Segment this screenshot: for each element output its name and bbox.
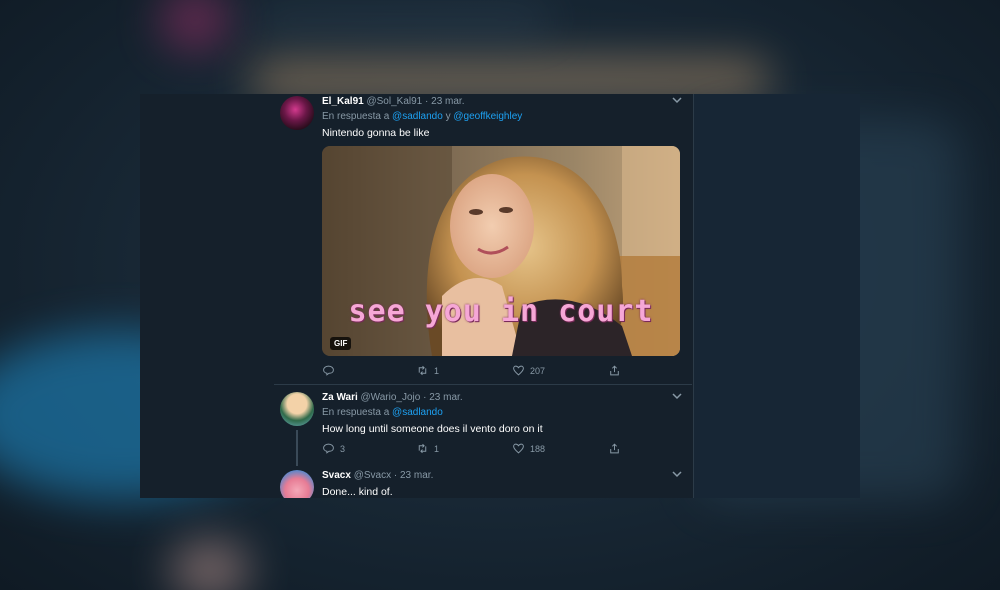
tweet-body: Za Wari @Wario_Jojo · 23 mar. En respues… — [322, 392, 682, 436]
avatar[interactable] — [280, 96, 314, 130]
like-icon — [513, 365, 524, 376]
left-navigation-pane — [140, 94, 274, 498]
tweet-header: Za Wari @Wario_Jojo · 23 mar. — [322, 392, 682, 404]
retweet-icon — [418, 443, 427, 454]
reply-icon — [323, 443, 334, 454]
retweet-button[interactable]: 1 — [416, 364, 439, 377]
tweet-text: Nintendo gonna be like — [322, 127, 430, 139]
retweet-button[interactable]: 1 — [416, 442, 439, 455]
thread-connector — [296, 430, 298, 466]
tweet-body: El_Kal91 @Sol_Kal91 · 23 mar. En respues… — [322, 96, 682, 140]
handle[interactable]: @Wario_Jojo — [361, 392, 421, 403]
dot-separator: · — [425, 96, 429, 107]
reply-button[interactable]: 3 — [322, 442, 345, 455]
retweet-count: 1 — [434, 365, 440, 376]
gif-badge: GIF — [330, 337, 352, 350]
chevron-down-icon[interactable] — [672, 392, 682, 402]
like-button[interactable]: 207 — [512, 364, 545, 377]
tweet[interactable]: Svacx @Svacx · 23 mar. Done... kind of. — [274, 468, 692, 498]
right-sidebar-pane — [693, 94, 860, 498]
like-icon — [513, 443, 524, 454]
like-button[interactable]: 188 — [512, 442, 545, 455]
dot-separator: · — [423, 392, 427, 403]
reply-count: 3 — [340, 443, 346, 454]
tweet-text: Done... kind of. — [322, 486, 393, 498]
share-button[interactable] — [608, 442, 621, 455]
share-icon — [610, 365, 619, 376]
tweet[interactable]: El_Kal91 @Sol_Kal91 · 23 mar. En respues… — [274, 94, 692, 384]
reply-context: En respuesta a @sadlando y @geoffkeighle… — [322, 111, 682, 123]
chevron-down-icon[interactable] — [672, 470, 682, 480]
chevron-down-icon[interactable] — [672, 96, 682, 106]
tweet-header: El_Kal91 @Sol_Kal91 · 23 mar. — [322, 96, 682, 108]
retweet-icon — [418, 365, 427, 376]
mention-link[interactable]: @sadlando — [392, 407, 443, 418]
handle[interactable]: @Sol_Kal91 — [366, 96, 422, 107]
twitter-screenshot: El_Kal91 @Sol_Kal91 · 23 mar. En respues… — [140, 94, 860, 498]
gif-media[interactable]: see you in court GIF — [322, 146, 680, 356]
blurred-avatar — [160, 0, 230, 50]
mention-link[interactable]: @geoffkeighley — [453, 111, 522, 122]
tweet-header: Svacx @Svacx · 23 mar. — [322, 470, 682, 482]
reply-context: En respuesta a @sadlando — [322, 407, 682, 419]
avatar[interactable] — [280, 470, 314, 498]
avatar[interactable] — [280, 392, 314, 426]
tweet[interactable]: Za Wari @Wario_Jojo · 23 mar. En respues… — [274, 390, 692, 466]
dot-separator: · — [393, 470, 398, 481]
display-name[interactable]: Za Wari — [322, 392, 358, 403]
like-count: 188 — [530, 443, 546, 454]
tweet-body: Svacx @Svacx · 23 mar. Done... kind of. — [322, 470, 682, 498]
mention-link[interactable]: @sadlando — [392, 111, 443, 122]
reply-prefix: En respuesta a — [322, 111, 390, 122]
reply-conjunction: y — [445, 111, 451, 122]
tweet-actions: 3 1 188 — [322, 442, 622, 458]
tweet-date[interactable]: 23 mar. — [400, 470, 433, 481]
tweet-actions: 1 207 — [322, 364, 622, 380]
tweet-date[interactable]: 23 mar. — [429, 392, 462, 403]
tweet-divider — [274, 384, 692, 385]
gif-caption: see you in court — [348, 294, 654, 329]
blurred-header-text — [250, 10, 550, 30]
retweet-count: 1 — [434, 443, 440, 454]
tweet-date[interactable]: 23 mar. — [431, 96, 464, 107]
like-count: 207 — [530, 365, 546, 376]
handle[interactable]: @Svacx — [354, 470, 391, 481]
share-icon — [610, 443, 619, 454]
display-name[interactable]: Svacx — [322, 470, 351, 481]
reply-button[interactable] — [322, 364, 340, 377]
display-name[interactable]: El_Kal91 — [322, 96, 364, 107]
reply-icon — [323, 365, 334, 376]
share-button[interactable] — [608, 364, 621, 377]
blurred-avatar-bottom — [170, 540, 250, 590]
tweet-text: How long until someone does il vento dor… — [322, 423, 543, 435]
reply-prefix: En respuesta a — [322, 407, 390, 418]
reply-thread: El_Kal91 @Sol_Kal91 · 23 mar. En respues… — [274, 94, 692, 498]
